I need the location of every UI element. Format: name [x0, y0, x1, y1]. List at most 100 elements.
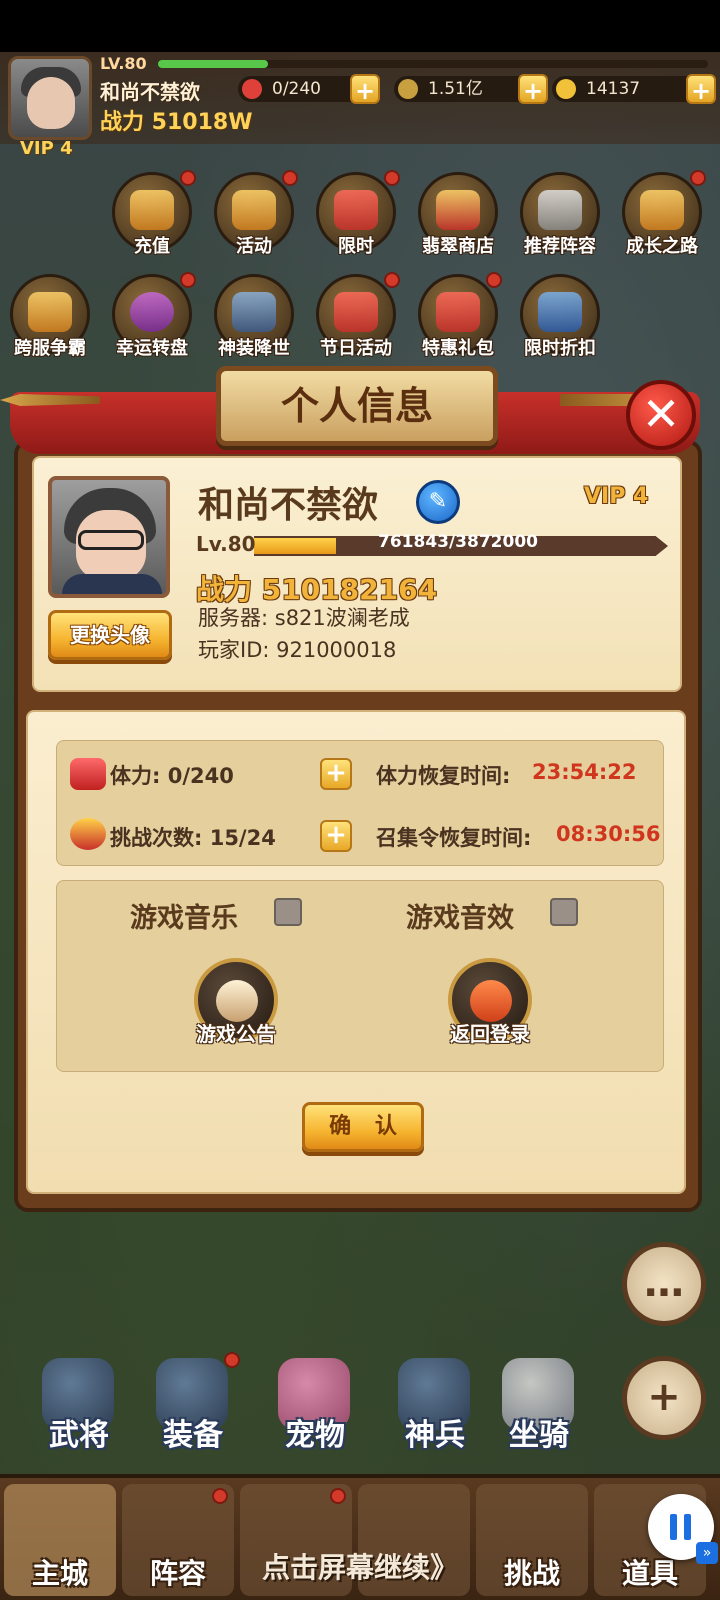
- glasses-icon: [78, 530, 144, 550]
- return-arrow-icon: [470, 980, 512, 1022]
- menu-recommended-lineup[interactable]: 推荐阵容: [512, 172, 608, 268]
- hat-icon: [640, 190, 684, 230]
- exp-bar: [158, 60, 708, 68]
- coin-resource: 1.51亿 +: [394, 74, 548, 105]
- gold-ingot-icon: [556, 79, 576, 99]
- chat-icon[interactable]: …: [622, 1242, 706, 1326]
- tap-to-continue-hint[interactable]: 点击屏幕继续》: [262, 1546, 458, 1586]
- sfx-label: 游戏音效: [406, 903, 514, 934]
- stamina-stat: 体力: 0/240: [110, 764, 234, 788]
- crossed-swords-icon: [538, 190, 582, 230]
- menu-festival[interactable]: 节日活动: [308, 272, 404, 370]
- dialog-title-plate: 个人信息: [216, 366, 498, 446]
- wheel-icon: [130, 292, 174, 332]
- return-login-label: 返回登录: [450, 1022, 530, 1046]
- add-icon[interactable]: +: [622, 1356, 706, 1440]
- sword-shield-icon: [28, 292, 72, 332]
- notification-dot: [384, 272, 400, 288]
- gold-coins-icon: [130, 190, 174, 230]
- player-top-bar: VIP 4 LV.80 和尚不禁欲 战力 51018W 0/240 + 1.51…: [0, 52, 720, 159]
- menu-lucky-wheel[interactable]: 幸运转盘: [104, 272, 200, 370]
- gift-box-icon: [334, 190, 378, 230]
- game-notice-label: 游戏公告: [196, 1022, 276, 1046]
- horn-icon: [232, 190, 276, 230]
- menu-divine-gear[interactable]: 神装降世: [206, 274, 302, 370]
- add-challenge-button[interactable]: +: [320, 820, 352, 852]
- notification-dot: [212, 1488, 228, 1504]
- tab-main-city[interactable]: 主城: [4, 1484, 116, 1596]
- avatar-face: [27, 77, 75, 129]
- player-id: 玩家ID: 921000018: [198, 638, 397, 662]
- player-name: 和尚不禁欲: [100, 80, 200, 104]
- gold-value: 14137: [586, 79, 641, 99]
- feature-equipment[interactable]: 装备: [138, 1352, 248, 1462]
- confirm-button[interactable]: 确 认: [302, 1102, 424, 1152]
- notification-dot: [690, 170, 706, 186]
- heart-icon: [242, 79, 262, 99]
- festival-icon: [334, 292, 378, 332]
- feature-pets[interactable]: 宠物: [260, 1352, 370, 1462]
- stamina-recover-time: 23:54:22: [532, 760, 637, 784]
- power-value: 战力 51018W: [100, 110, 253, 135]
- add-gold-button[interactable]: +: [686, 74, 716, 105]
- notification-dot: [180, 272, 196, 288]
- gift-icon: [436, 292, 480, 332]
- shop-icon: [436, 190, 480, 230]
- summon-recover-time: 08:30:56: [556, 822, 661, 846]
- hourglass-icon: [538, 292, 582, 332]
- add-stamina-button[interactable]: +: [320, 758, 352, 790]
- menu-flash-discount[interactable]: 限时折扣: [512, 274, 608, 370]
- stamina-resource: 0/240 +: [238, 74, 380, 105]
- coin-icon: [398, 79, 418, 99]
- music-label: 游戏音乐: [130, 903, 238, 934]
- armor-icon: [232, 292, 276, 332]
- menu-toggle-icon[interactable]: [4, 176, 100, 272]
- menu-cross-server[interactable]: 跨服争霸: [2, 274, 98, 370]
- notification-dot: [180, 170, 196, 186]
- feature-mounts[interactable]: 坐骑: [484, 1352, 594, 1462]
- feature-generals[interactable]: 武将: [24, 1352, 134, 1462]
- menu-growth-path[interactable]: 成长之路: [614, 170, 710, 268]
- exp-progress-fill: [254, 538, 336, 554]
- sfx-checkbox[interactable]: [550, 898, 578, 926]
- tab-lineup[interactable]: 阵容: [122, 1484, 234, 1596]
- challenge-count-stat: 挑战次数: 15/24: [110, 826, 276, 850]
- dialog-title: 个人信息: [280, 384, 433, 428]
- notification-dot: [384, 170, 400, 186]
- edit-name-icon[interactable]: ✎: [416, 480, 460, 524]
- profile-level: Lv.80: [196, 532, 256, 556]
- vip-badge: VIP 4: [20, 138, 73, 159]
- server-info: 服务器: s821波澜老成: [198, 606, 410, 630]
- menu-limited[interactable]: 限时: [308, 170, 404, 268]
- menu-activity[interactable]: 活动: [206, 170, 302, 268]
- stamina-value: 0/240: [272, 79, 321, 99]
- gold-resource: 14137 +: [552, 74, 716, 105]
- menu-jade-shop[interactable]: 翡翠商店: [410, 172, 506, 268]
- add-stamina-button[interactable]: +: [350, 74, 380, 105]
- scroll-icon: [216, 980, 258, 1022]
- profile-name: 和尚不禁欲: [198, 485, 379, 526]
- level-label: LV.80: [100, 54, 147, 73]
- profile-vip: VIP 4: [584, 484, 649, 509]
- status-bar: [0, 0, 720, 52]
- notification-dot: [224, 1352, 240, 1368]
- tab-challenge[interactable]: 挑战: [476, 1484, 588, 1596]
- summon-recover-label: 召集令恢复时间:: [376, 826, 532, 850]
- feature-weapons[interactable]: 神兵: [380, 1352, 490, 1462]
- fast-forward-icon[interactable]: »: [696, 1542, 718, 1564]
- music-checkbox[interactable]: [274, 898, 302, 926]
- close-button[interactable]: ✕: [626, 380, 696, 450]
- coin-value: 1.51亿: [428, 79, 483, 99]
- exp-text: 761843/3872000: [378, 532, 538, 552]
- player-avatar[interactable]: [8, 56, 92, 140]
- stamina-recover-label: 体力恢复时间:: [376, 764, 511, 788]
- menu-recharge[interactable]: 充值: [104, 170, 200, 268]
- add-coin-button[interactable]: +: [518, 74, 548, 105]
- heart-icon: [70, 758, 106, 790]
- profile-avatar: [48, 476, 170, 598]
- notification-dot: [330, 1488, 346, 1504]
- change-avatar-button[interactable]: 更换头像: [48, 610, 172, 660]
- notification-dot: [282, 170, 298, 186]
- challenge-token-icon: [70, 818, 106, 850]
- menu-special-pack[interactable]: 特惠礼包: [410, 272, 506, 370]
